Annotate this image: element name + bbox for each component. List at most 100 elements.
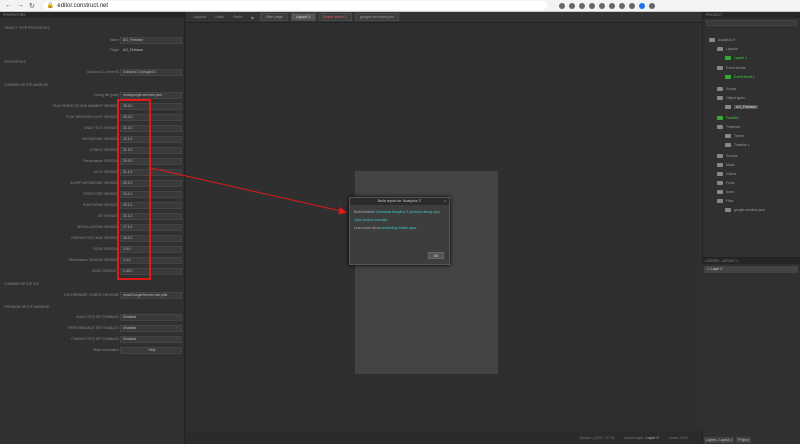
extension-icon[interactable] (598, 2, 605, 9)
folder-icon (709, 38, 715, 43)
forward-icon[interactable]: → (17, 2, 24, 10)
property-row: PLAY SERVICES AUTH VERSION 20.4.0 (0, 114, 185, 122)
lock-icon: 🔒 (46, 3, 55, 9)
extension-icon[interactable] (578, 2, 585, 9)
tree-item-videos[interactable]: Videos (717, 170, 800, 178)
property-label: CONFIG VERSION (89, 148, 119, 152)
property-row: FUNCTIONS VERSION 20.2.1 (0, 202, 185, 210)
download-apk-link[interactable]: Download Analytics 3 (android debug.apk) (376, 210, 440, 214)
properties-title: PROPERTIES (0, 12, 184, 18)
extension-icon[interactable] (618, 2, 625, 9)
plugin-icon (725, 105, 731, 110)
project-title: PROJECT (703, 12, 800, 18)
tree-item-tween[interactable]: Tween (725, 132, 800, 140)
dialog-body: Build finished! Download Analytics 3 (an… (350, 205, 449, 240)
active-layer-value: Layer 0 (645, 435, 659, 440)
extension-icon[interactable] (568, 2, 575, 9)
reload-icon[interactable]: ↻ (29, 2, 35, 10)
tree-item-event-sheets[interactable]: Event sheets (717, 64, 800, 72)
file-icon (725, 208, 731, 213)
tree-item-scripts[interactable]: Scripts (717, 85, 800, 93)
tab-google-services[interactable]: google-services.json (354, 13, 400, 21)
tab-layers[interactable]: Layers - Layout 1 (704, 436, 735, 443)
extension-icon[interactable] (628, 2, 635, 9)
undo-button[interactable]: Undo (212, 14, 227, 20)
section-firebase[interactable]: FIREBASE SETUP ANDROID (4, 305, 49, 309)
redo-button[interactable]: Redo (230, 14, 245, 20)
tree-item-google-services[interactable]: google-services.json (725, 206, 800, 214)
property-row: GSSC GRADLE'S 1.40.0 (0, 268, 185, 276)
layouts-menu[interactable]: Layouts (190, 14, 209, 20)
tree-item-event-sheet-1[interactable]: Event sheet 1 (725, 73, 800, 81)
menu-icon[interactable] (648, 2, 655, 9)
property-label: Cordova CLI client ID (86, 70, 119, 74)
tree-item-families[interactable]: Families (717, 114, 800, 122)
extension-icon[interactable] (558, 2, 565, 9)
tree-item-timelines[interactable]: Timelines (717, 123, 800, 131)
event-sheet-icon (725, 75, 731, 80)
property-label: Performance VERSION (83, 159, 119, 163)
project-search-input[interactable] (706, 20, 797, 26)
property-row: GSON VERSION 2.9.0 (0, 246, 185, 254)
learn-more-text: Learn more about (354, 226, 381, 231)
tab-event-sheet-1[interactable]: Event sheet 1 (318, 13, 352, 21)
tab-layout-1[interactable]: Layout 1 (290, 13, 316, 21)
close-icon[interactable]: × (444, 198, 446, 205)
property-row: PERFORMANCE SET ENABLED Disabled (0, 325, 185, 333)
property-value[interactable]: Cordova 3.0 plugin ID (120, 69, 182, 76)
build-finished-line: Build finished! Download Analytics 3 (an… (354, 210, 445, 214)
property-value[interactable]: AG_Firebase (120, 37, 182, 44)
folder-icon (717, 87, 723, 92)
address-bar[interactable]: 🔒 editor.construct.net (42, 1, 547, 10)
section-ios[interactable]: COMMON SETUP IOS (4, 282, 39, 286)
section-properties[interactable]: PROPERTIES (4, 60, 26, 64)
folder-icon (725, 134, 731, 139)
tree-label: Timeline 1 (734, 143, 750, 147)
property-label: IN-APP MESSAGING VERSION (70, 181, 119, 185)
tree-label: Scripts (726, 87, 737, 91)
tab-start-page[interactable]: Start page (260, 13, 288, 21)
property-label: Name (109, 38, 119, 42)
tree-label: Families (726, 116, 739, 120)
publishing-mobile-apps-link[interactable]: publishing mobile apps (382, 226, 417, 230)
open-project-manager-link[interactable]: Open project manager (354, 218, 388, 222)
property-row: IN-APP MESSAGING VERSION 20.2.0 (0, 180, 185, 188)
tree-label: Icons (726, 190, 735, 194)
property-dropdown[interactable]: Disabled (120, 325, 182, 332)
tree-item-project[interactable]: Analytics 3* (709, 36, 800, 44)
property-label: Performance GRADLE VERSION (68, 258, 120, 262)
layer-label: Layer 0 (710, 267, 723, 271)
tree-item-fonts[interactable]: Fonts (717, 179, 800, 187)
property-row: AUTH VERSION 21.1.0 (0, 169, 185, 177)
profile-avatar[interactable] (638, 2, 645, 9)
property-value[interactable]: www/GoogleService-Info.plist (120, 292, 182, 299)
property-dropdown[interactable]: Disabled (120, 314, 182, 321)
learn-more-line: Learn more about publishing mobile apps (354, 226, 445, 230)
property-value: AG_Firebase (123, 48, 143, 52)
section-admob[interactable]: COMMON SETUP ANDROID (4, 83, 48, 87)
help-button[interactable]: Help (120, 347, 182, 354)
tree-item-timeline-1[interactable]: Timeline 1 (725, 141, 800, 149)
extension-icon[interactable] (608, 2, 615, 9)
tab-project[interactable]: Project (736, 436, 751, 443)
layer-row[interactable]: ☐ Layer 0 (704, 266, 798, 273)
folder-icon (717, 125, 723, 130)
tree-item-sounds[interactable]: Sounds (717, 152, 800, 160)
tree-item-ag-firebase[interactable]: AG_Firebase (725, 103, 800, 111)
play-icon[interactable]: ▶ (248, 14, 257, 21)
property-value[interactable]: www/google-services.json (120, 92, 182, 99)
tree-item-layouts[interactable]: Layouts (717, 45, 800, 53)
property-dropdown[interactable]: Disabled (120, 336, 182, 343)
extension-icon[interactable] (588, 2, 595, 9)
tree-item-music[interactable]: Music (717, 161, 800, 169)
back-icon[interactable]: ← (5, 2, 12, 10)
tree-label: Event sheets (726, 66, 746, 70)
ok-button[interactable]: OK (428, 252, 444, 259)
tree-item-layout-1[interactable]: Layout 1 (725, 54, 800, 62)
tree-item-icons[interactable]: Icons (717, 188, 800, 196)
properties-panel: PROPERTIES OBJECT TYPE PROPERTIES PROPER… (0, 12, 185, 444)
section-object-type[interactable]: OBJECT TYPE PROPERTIES (4, 26, 50, 30)
property-label: FUNCTIONS VERSION (83, 203, 119, 207)
tree-item-object-types[interactable]: Object types (717, 94, 800, 102)
tree-item-files[interactable]: Files (717, 197, 800, 205)
